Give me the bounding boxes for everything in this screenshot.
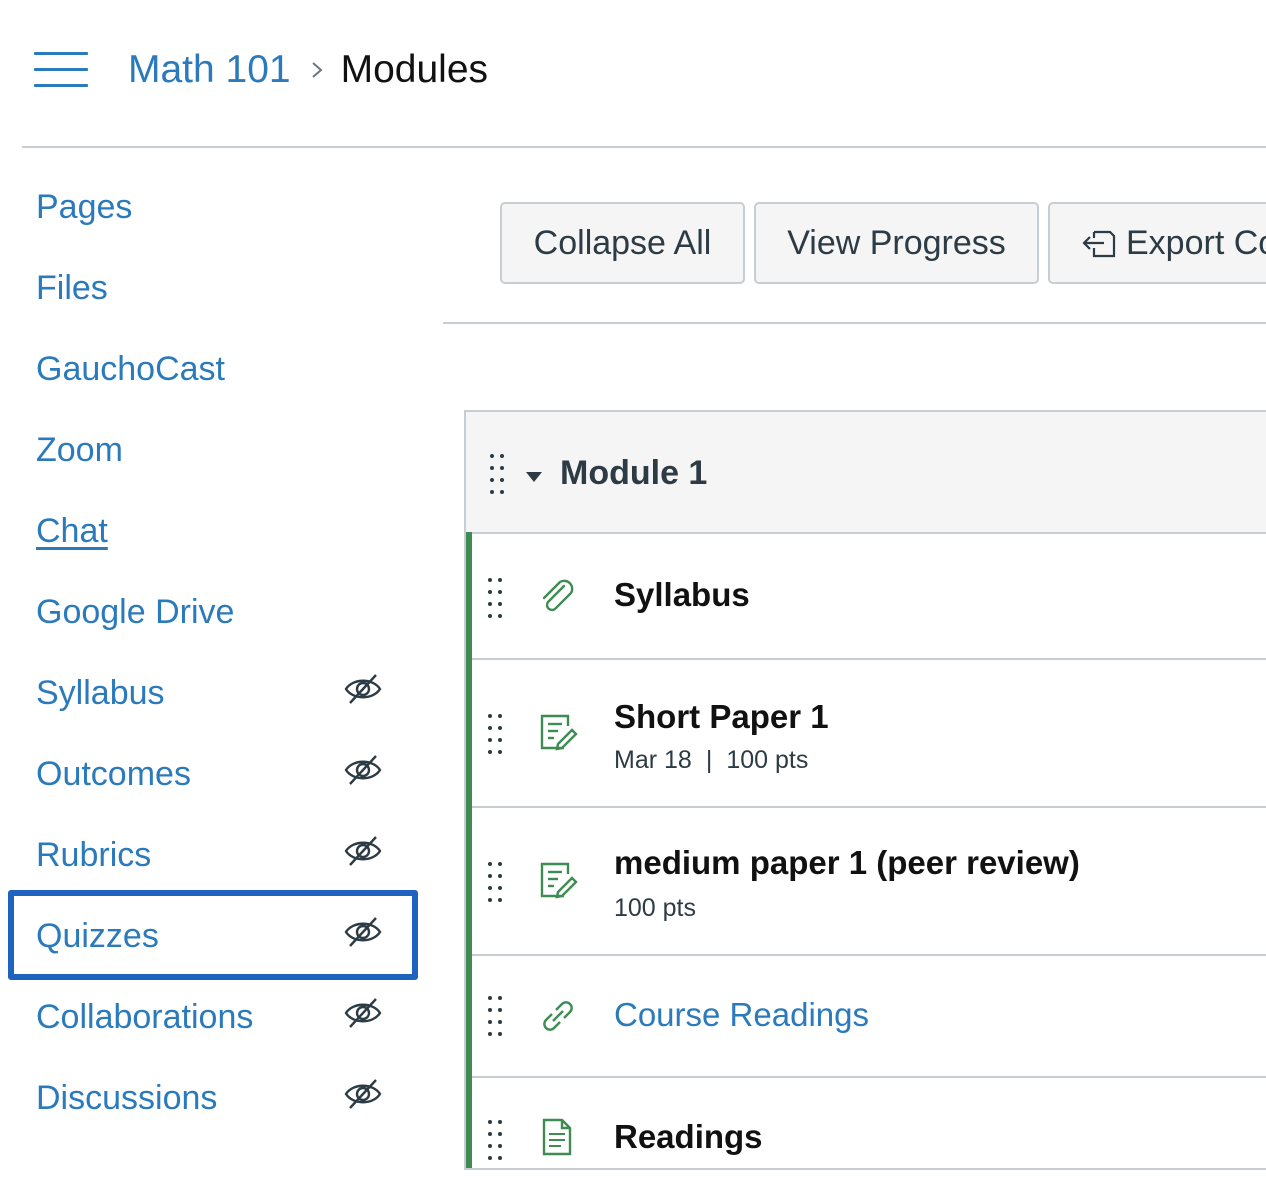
module-item-readings[interactable]: Readings [472,1076,1266,1196]
item-meta: Mar 18 | 100 pts [614,746,808,775]
sidebar-item-label[interactable]: Zoom [36,431,123,470]
sidebar-item-label[interactable]: Collaborations [36,998,253,1037]
header-divider [22,146,1266,148]
sidebar-item-label[interactable]: Quizzes [36,917,159,956]
module-item-short-paper-1[interactable]: Short Paper 1 Mar 18 | 100 pts [472,658,1266,808]
sidebar-item-label[interactable]: Outcomes [36,755,191,794]
item-title[interactable]: Syllabus [614,576,750,614]
meta-separator: | [705,746,713,774]
module-title: Module 1 [560,454,708,492]
breadcrumb: Math 101 Modules [128,44,488,96]
module-item-course-readings[interactable]: Course Readings [472,954,1266,1078]
course-navigation: Pages Files GauchoCast Zoom Chat Google … [0,168,430,1140]
eye-slash-icon [344,674,382,704]
points: 100 pts [614,894,697,922]
sidebar-item-label[interactable]: Rubrics [36,836,151,875]
eye-slash-icon [344,1079,382,1109]
eye-slash-icon [344,917,382,947]
sidebar-item-zoom[interactable]: Zoom [0,411,430,492]
drag-handle-icon[interactable] [488,862,504,902]
drag-handle-icon[interactable] [488,578,504,618]
chevron-right-icon [311,62,323,78]
link-icon [543,1001,573,1031]
sidebar-item-quizzes[interactable]: Quizzes [0,897,430,978]
item-title[interactable]: medium paper 1 (peer review) [614,844,1080,882]
sidebar-item-rubrics[interactable]: Rubrics [0,816,430,897]
module-1: Module 1 Syllabus Short Paper 1 Mar 18 |… [464,410,1266,1170]
eye-slash-icon [344,836,382,866]
points: 100 pts [726,746,809,774]
breadcrumb-current-page: Modules [340,48,489,91]
module-item-syllabus[interactable]: Syllabus [472,532,1266,660]
sidebar-item-label[interactable]: Chat [36,512,108,551]
item-title[interactable]: Short Paper 1 [614,698,829,736]
due-date: Mar 18 [614,746,692,774]
drag-handle-icon[interactable] [488,714,504,754]
page-icon [542,1118,572,1156]
sidebar-item-chat[interactable]: Chat [0,492,430,573]
module-header[interactable]: Module 1 [466,412,1266,534]
export-button-label: Export Co [1126,223,1266,262]
module-item-medium-paper-1[interactable]: medium paper 1 (peer review) 100 pts [472,806,1266,956]
hamburger-menu-icon[interactable] [34,52,88,88]
eye-slash-icon [344,755,382,785]
drag-handle-icon[interactable] [488,996,504,1036]
module-items: Syllabus Short Paper 1 Mar 18 | 100 pts [466,532,1266,1168]
sidebar-item-gauchocast[interactable]: GauchoCast [0,330,430,411]
sidebar-item-label[interactable]: GauchoCast [36,350,225,389]
breadcrumb-course-link[interactable]: Math 101 [128,48,291,92]
sidebar-item-discussions[interactable]: Discussions [0,1059,430,1140]
collapse-all-button[interactable]: Collapse All [500,202,745,284]
export-icon [1082,230,1116,258]
toolbar-divider [443,322,1266,324]
eye-slash-icon [344,998,382,1028]
view-progress-button[interactable]: View Progress [754,202,1039,284]
item-title[interactable]: Course Readings [614,996,869,1034]
assignment-icon [540,862,578,899]
sidebar-item-collaborations[interactable]: Collaborations [0,978,430,1059]
assignment-icon [540,714,578,751]
sidebar-item-label[interactable]: Discussions [36,1079,217,1118]
caret-down-icon[interactable] [526,472,542,482]
sidebar-item-google-drive[interactable]: Google Drive [0,573,430,654]
sidebar-item-syllabus[interactable]: Syllabus [0,654,430,735]
export-course-content-button[interactable]: Export Co [1048,202,1266,284]
sidebar-item-label[interactable]: Files [36,269,108,308]
sidebar-item-files[interactable]: Files [0,249,430,330]
attachment-icon [542,579,574,612]
drag-handle-icon[interactable] [490,454,506,494]
item-title[interactable]: Readings [614,1118,763,1156]
sidebar-item-outcomes[interactable]: Outcomes [0,735,430,816]
sidebar-item-pages[interactable]: Pages [0,168,430,249]
sidebar-item-label[interactable]: Syllabus [36,674,165,713]
sidebar-item-label[interactable]: Pages [36,188,132,227]
drag-handle-icon[interactable] [488,1120,504,1160]
sidebar-item-label[interactable]: Google Drive [36,593,234,632]
